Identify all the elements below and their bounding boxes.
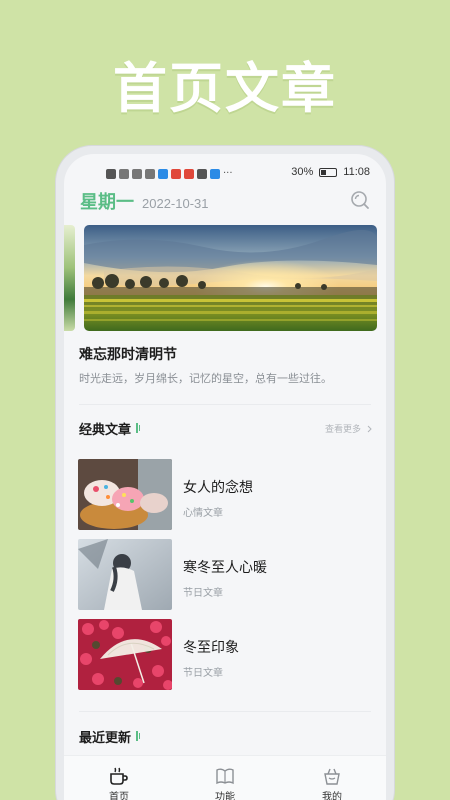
signal-icon-2 (132, 168, 142, 179)
section-accent-icon (136, 731, 141, 741)
battery-icon (319, 167, 338, 177)
app-notification-icon-4 (197, 168, 207, 179)
app-screen: ··· 30% 11:08 星期一 2022-10-31 难忘那时清明节 时光走… (64, 154, 386, 800)
feature-description: 时光走远，岁月绵长，记忆的星空，总有一些过往。 (79, 372, 332, 385)
battery-percent: 30% (291, 166, 314, 178)
article-thumbnail (78, 539, 172, 610)
bottom-tab-bar: 首页 功能 我的 (64, 755, 386, 800)
article-category: 节日文章 (183, 668, 223, 679)
article-item[interactable]: 女人的念想 心情文章 (78, 459, 378, 531)
article-thumbnail (78, 619, 172, 690)
app-notification-icon-3 (184, 168, 194, 179)
search-button[interactable] (350, 190, 370, 210)
section-accent-icon (136, 423, 141, 433)
tab-mine[interactable]: 我的 (302, 766, 362, 800)
date-label: 2022-10-31 (142, 196, 209, 211)
recent-section-header: 最近更新 (79, 727, 141, 746)
article-title: 寒冬至人心暖 (183, 560, 267, 576)
status-bar: ··· 30% 11:08 (64, 166, 386, 182)
tab-functions-label: 功能 (215, 792, 235, 800)
promo-title: 首页文章 (113, 57, 337, 120)
article-title: 冬至印象 (183, 640, 239, 656)
clock: 11:08 (343, 166, 370, 178)
feature-title[interactable]: 难忘那时清明节 (79, 344, 177, 364)
app-notification-icon (158, 168, 168, 179)
divider (79, 711, 371, 712)
tab-functions[interactable]: 功能 (195, 766, 255, 800)
notification-icons: ··· (106, 168, 233, 179)
article-item[interactable]: 寒冬至人心暖 节日文章 (78, 539, 378, 611)
view-more-label: 查看更多 (324, 425, 361, 435)
recent-section-title: 最近更新 (79, 730, 132, 746)
weekday-label: 星期一 (80, 192, 134, 213)
classic-section-title: 经典文章 (79, 422, 132, 438)
divider (79, 404, 371, 405)
date-header: 星期一 2022-10-31 (80, 188, 209, 213)
app-notification-icon-5 (210, 168, 220, 179)
coffee-cup-icon (110, 767, 128, 785)
tab-mine-label: 我的 (322, 792, 342, 800)
article-item[interactable]: 冬至印象 节日文章 (78, 619, 378, 691)
article-category: 心情文章 (183, 508, 223, 519)
tab-home-label: 首页 (109, 792, 129, 800)
search-icon (351, 191, 369, 209)
wifi-icon (145, 168, 155, 179)
classic-section-header: 经典文章 (79, 419, 141, 438)
chevron-right-icon (367, 425, 372, 432)
signal-icon (119, 168, 129, 179)
cupcakes-image (78, 459, 172, 530)
article-category: 节日文章 (183, 588, 223, 599)
hd-icon (106, 168, 116, 179)
banner-previous-slide[interactable] (64, 225, 75, 331)
view-more-link[interactable]: 查看更多 (325, 422, 372, 435)
article-thumbnail (78, 459, 172, 530)
parasol-flowers-image (78, 619, 172, 690)
winter-girl-image (78, 539, 172, 610)
book-icon (216, 768, 234, 785)
tab-home[interactable]: 首页 (89, 766, 149, 800)
article-title: 女人的念想 (183, 480, 253, 496)
more-notifications-icon: ··· (223, 168, 233, 179)
sunset-field-image (84, 225, 377, 331)
feature-banner[interactable] (84, 225, 377, 331)
app-notification-icon-2 (171, 168, 181, 179)
basket-icon (324, 768, 340, 785)
